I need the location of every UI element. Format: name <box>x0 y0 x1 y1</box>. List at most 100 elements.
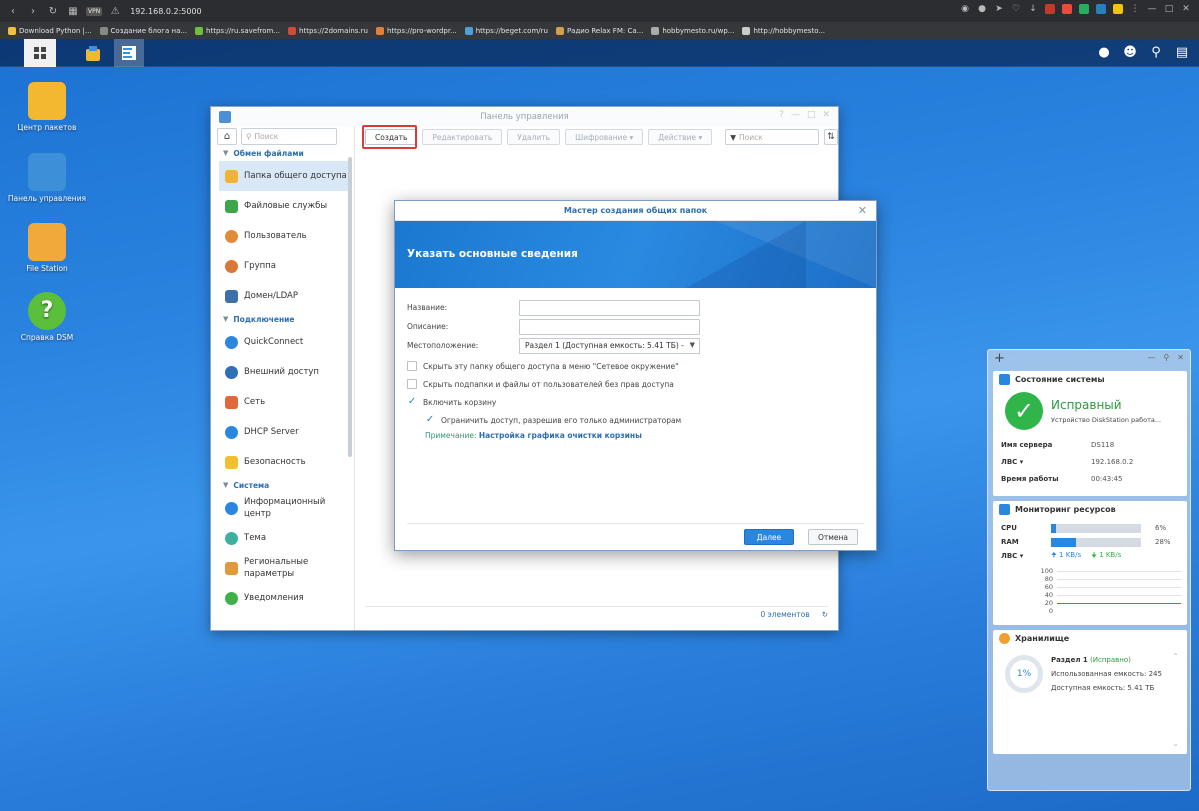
sidebar-item-shared-folder[interactable]: Папка общего доступа <box>219 161 348 191</box>
edit-button[interactable]: Редактировать <box>422 129 503 145</box>
sidebar-search-input[interactable]: ⚲ Поиск <box>241 128 337 145</box>
vpn-badge[interactable]: VPN <box>86 6 103 16</box>
sidebar-item-network[interactable]: Сеть <box>211 387 354 417</box>
bookmark[interactable]: https://2domains.ru <box>288 26 368 35</box>
send-icon[interactable]: ➤ <box>994 4 1004 15</box>
close-icon[interactable]: ✕ <box>858 204 867 217</box>
sort-icon[interactable]: ⇅ <box>823 129 838 145</box>
chevron-down-icon[interactable]: ⌄ <box>1172 739 1179 748</box>
warning-icon[interactable]: ⚠ <box>108 4 122 18</box>
filter-input[interactable]: ▼ Поиск <box>725 129 819 145</box>
section-file-sharing[interactable]: ▼ Обмен файлами <box>211 145 354 161</box>
wizard-titlebar[interactable]: Мастер создания общих папок ✕ <box>395 201 876 221</box>
download-icon[interactable]: ↓ <box>1028 4 1038 15</box>
address-bar[interactable]: 192.168.0.2:5000 <box>130 7 201 16</box>
lan-monitor-label[interactable]: ЛВС ▾ <box>1001 552 1051 560</box>
system-status-widget: Состояние системы ✓ Исправный Устройство… <box>993 371 1187 496</box>
encryption-dropdown[interactable]: Шифрование ▾ <box>565 129 644 145</box>
section-system[interactable]: ▼ Система <box>211 477 354 493</box>
heart-icon[interactable]: ♡ <box>1011 4 1021 15</box>
action-dropdown[interactable]: Действие ▾ <box>648 129 713 145</box>
desktop-file-station[interactable]: File Station <box>7 223 87 273</box>
forward-icon[interactable]: › <box>26 4 40 18</box>
sidebar-item-dhcp[interactable]: DHCP Server <box>211 417 354 447</box>
search-icon[interactable]: ⚲ <box>1147 43 1165 61</box>
graph-line <box>1057 603 1181 604</box>
desktop-package-center[interactable]: Центр пакетов <box>7 82 87 132</box>
taskbar-package-center[interactable] <box>78 39 108 67</box>
maximize-icon[interactable]: □ <box>1164 4 1174 15</box>
minimize-icon[interactable]: — <box>1147 353 1155 362</box>
help-icon[interactable]: ? <box>779 110 784 120</box>
menu-icon[interactable]: ⋮ <box>1130 4 1140 15</box>
sidebar-item-regional[interactable]: Региональные параметры <box>211 553 354 583</box>
extension-icon[interactable] <box>1079 4 1089 14</box>
sidebar-item-group[interactable]: Группа <box>211 251 354 281</box>
location-select[interactable]: Раздел 1 (Доступная емкость: 5.41 ТБ) - ▼ <box>519 337 700 354</box>
refresh-icon[interactable]: ↻ <box>822 610 828 619</box>
shield-icon[interactable]: ● <box>977 4 987 15</box>
camera-icon[interactable]: ◉ <box>960 4 970 15</box>
bookmark[interactable]: hobbymesto.ru/wp... <box>651 26 734 35</box>
dsm-taskbar: ● ☻ ⚲ ▤ <box>0 39 1199 67</box>
widgets-icon[interactable]: ▤ <box>1173 43 1191 61</box>
tabs-grid-icon[interactable]: ▦ <box>66 4 80 18</box>
sidebar-item-file-services[interactable]: Файловые службы <box>211 191 354 221</box>
bookmark[interactable]: http://hobbymesto... <box>742 26 825 35</box>
globe-icon <box>225 365 238 379</box>
sidebar-item-info-center[interactable]: Информационный центр <box>211 493 354 523</box>
sidebar-item-security[interactable]: Безопасность <box>211 447 354 477</box>
minimize-icon[interactable]: — <box>791 110 800 120</box>
delete-button[interactable]: Удалить <box>507 129 561 145</box>
user-icon[interactable]: ☻ <box>1121 43 1139 61</box>
maximize-icon[interactable]: □ <box>807 110 816 120</box>
next-button[interactable]: Далее <box>744 529 794 545</box>
pin-icon[interactable]: ⚲ <box>1163 353 1169 362</box>
recycle-bin-checkbox[interactable]: ✓ <box>407 397 417 407</box>
sidebar-item-theme[interactable]: Тема <box>211 523 354 553</box>
sidebar-scrollbar[interactable] <box>348 157 352 457</box>
close-icon[interactable]: ✕ <box>1177 353 1184 362</box>
name-field[interactable] <box>519 299 700 316</box>
close-icon[interactable]: ✕ <box>1181 4 1191 15</box>
window-titlebar[interactable]: Панель управления ? — □ ✕ <box>211 107 838 127</box>
bookmark[interactable]: Создание блога на... <box>99 26 187 35</box>
reload-icon[interactable]: ↻ <box>46 4 60 18</box>
bookmark[interactable]: https://beget.com/ru <box>464 26 548 35</box>
lan-label[interactable]: ЛВС ▾ <box>1001 458 1091 466</box>
recycle-schedule-link[interactable]: Настройка графика очистки корзины <box>479 431 642 440</box>
hide-subfolders-checkbox[interactable] <box>407 379 417 389</box>
close-icon[interactable]: ✕ <box>822 110 830 120</box>
chat-icon[interactable]: ● <box>1095 43 1113 61</box>
sidebar-item-external-access[interactable]: Внешний доступ <box>211 357 354 387</box>
extension-icon[interactable] <box>1045 4 1055 14</box>
sidebar-item-quickconnect[interactable]: QuickConnect <box>211 327 354 357</box>
admin-only-checkbox[interactable]: ✓ <box>425 415 435 425</box>
cancel-button[interactable]: Отмена <box>808 529 858 545</box>
sidebar-item-notifications[interactable]: Уведомления <box>211 583 354 613</box>
extension-icon[interactable] <box>1113 4 1123 14</box>
wizard-title: Мастер создания общих папок <box>563 206 708 215</box>
chevron-up-icon[interactable]: ⌃ <box>1172 652 1179 661</box>
bookmark[interactable]: https://pro-wordpr... <box>375 26 457 35</box>
bookmark[interactable]: Download Python |... <box>8 26 92 35</box>
bookmark[interactable]: Радио Relax FM: Са... <box>555 26 643 35</box>
description-label: Описание: <box>407 322 449 331</box>
description-field[interactable] <box>519 318 700 335</box>
home-icon[interactable]: ⌂ <box>217 128 237 145</box>
sidebar-item-user[interactable]: Пользователь <box>211 221 354 251</box>
taskbar-control-panel[interactable] <box>114 39 144 67</box>
section-connectivity[interactable]: ▼ Подключение <box>211 311 354 327</box>
back-icon[interactable]: ‹ <box>6 4 20 18</box>
add-widget-icon[interactable]: + <box>994 351 1005 366</box>
minimize-icon[interactable]: — <box>1147 4 1157 15</box>
desktop-control-panel[interactable]: Панель управления <box>7 153 87 203</box>
control-panel-icon <box>122 46 136 60</box>
bookmark[interactable]: https://ru.savefrom... <box>195 26 280 35</box>
sidebar-item-domain[interactable]: Домен/LDAP <box>211 281 354 311</box>
extension-icon[interactable] <box>1062 4 1072 14</box>
main-menu-button[interactable] <box>24 39 56 67</box>
desktop-dsm-help[interactable]: ? Справка DSM <box>7 292 87 342</box>
hide-folder-checkbox[interactable] <box>407 361 417 371</box>
extension-icon[interactable] <box>1096 4 1106 14</box>
